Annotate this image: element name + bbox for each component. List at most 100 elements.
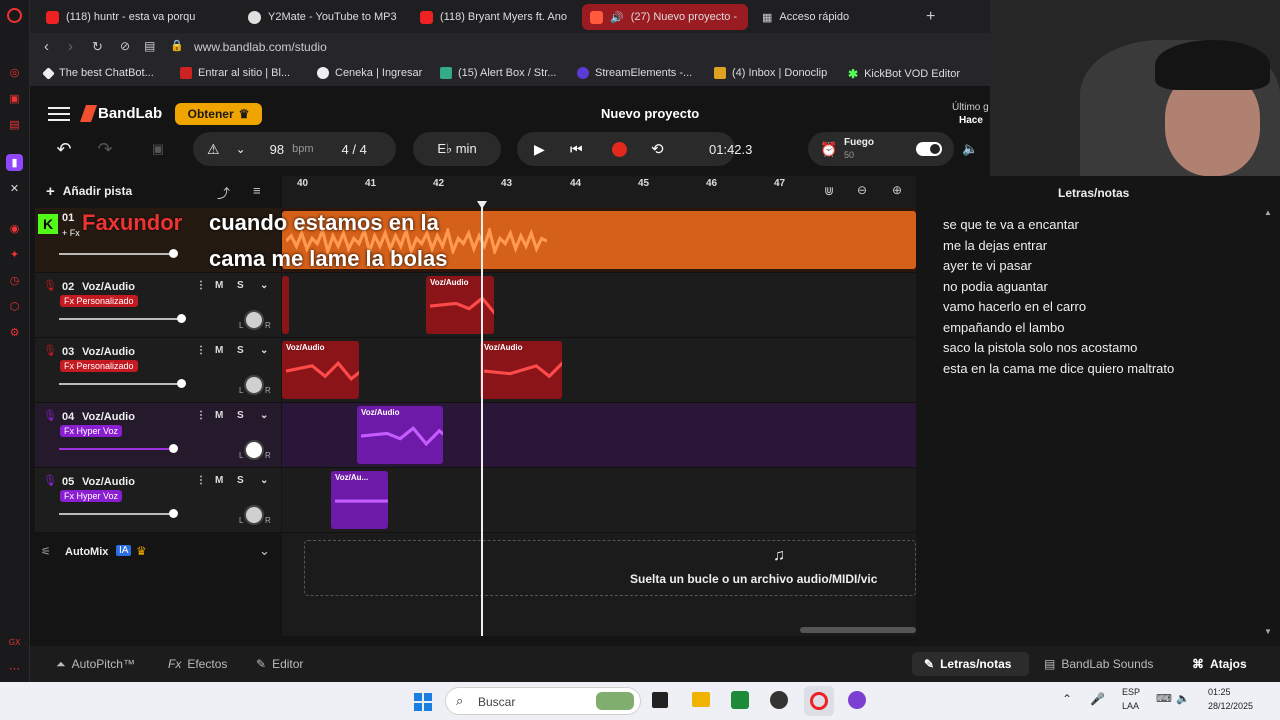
bookmark-streamelements[interactable]: StreamElements -... bbox=[577, 67, 692, 79]
snapshot-icon[interactable]: ⊘ bbox=[120, 39, 130, 53]
time-signature[interactable]: 4 / 4 bbox=[342, 142, 367, 157]
mute-button[interactable]: M bbox=[215, 410, 223, 421]
loop-icon[interactable]: ⟲ bbox=[651, 140, 664, 158]
ruler[interactable]: 40 41 42 43 44 45 46 47 ⋓ ⊖ ⊕ bbox=[282, 176, 916, 208]
workspace-icon[interactable]: ▣ bbox=[6, 90, 23, 107]
more-icon[interactable]: ⋮ bbox=[196, 280, 206, 291]
app-icon[interactable] bbox=[770, 691, 788, 709]
key-selector[interactable]: E♭ min bbox=[413, 132, 501, 166]
fx-badge[interactable]: Fx Hyper Voz bbox=[60, 425, 123, 437]
effects-button[interactable]: Fx Efectos bbox=[168, 652, 227, 676]
mute-button[interactable]: M bbox=[215, 475, 223, 486]
drop-zone[interactable]: ♫ Suelta un bucle o un archivo audio/MID… bbox=[304, 540, 916, 596]
tab-acceso-rapido[interactable]: ▦ Acceso rápido bbox=[754, 4, 914, 30]
bookmark-donoclip[interactable]: (4) Inbox | Donoclip bbox=[714, 67, 827, 79]
chevron-down-icon[interactable]: ⌄ bbox=[260, 410, 268, 421]
add-fx-button[interactable]: + Fx bbox=[62, 228, 80, 238]
redo-button[interactable]: ↷ bbox=[88, 132, 122, 166]
speaker-icon[interactable]: 🔈 bbox=[1176, 692, 1190, 705]
mic-tray-icon[interactable]: 🎤 bbox=[1090, 692, 1105, 706]
track-02[interactable]: 🎙 02 Voz/Audio Fx Personalizado ⋮ M S ⌄ … bbox=[35, 273, 281, 338]
extensions-icon[interactable]: ⬡ bbox=[6, 298, 23, 315]
skip-back-icon[interactable]: ⏮ bbox=[570, 141, 583, 158]
mute-button[interactable]: M bbox=[215, 280, 223, 291]
zoom-out-icon[interactable]: ⊖ bbox=[857, 183, 867, 197]
task-view-icon[interactable] bbox=[652, 692, 668, 708]
lane-02[interactable]: Voz/Audio bbox=[282, 273, 916, 338]
volume-knob[interactable] bbox=[169, 509, 178, 518]
magnet-icon[interactable]: ⋓ bbox=[824, 184, 834, 198]
play-icon[interactable]: ▶ bbox=[534, 141, 545, 158]
scroll-down-icon[interactable]: ▼ bbox=[1264, 627, 1272, 636]
bpm-value[interactable]: 98 bbox=[270, 142, 284, 157]
volume-slider[interactable] bbox=[59, 379, 186, 388]
bookmark-chatbot[interactable]: The best ChatBot... bbox=[42, 66, 154, 80]
lane-03[interactable]: Voz/Audio Voz/Audio bbox=[282, 338, 916, 403]
lyrics-textarea[interactable]: se que te va a encantar me la dejas entr… bbox=[916, 206, 1266, 636]
tab-nuevo-proyecto[interactable]: 🔊 (27) Nuevo proyecto - bbox=[582, 4, 748, 30]
solo-button[interactable]: S bbox=[237, 410, 244, 421]
track-name[interactable]: Voz/Audio bbox=[82, 346, 135, 358]
metronome-icon[interactable]: ⚠ bbox=[207, 141, 220, 158]
clip[interactable]: Voz/Au... bbox=[331, 471, 388, 529]
clock-date[interactable]: 28/12/2025 bbox=[1208, 701, 1253, 711]
autopitch-button[interactable]: ⏶ AutoPitch™ bbox=[56, 652, 135, 676]
chevron-down-icon[interactable]: ⌄ bbox=[260, 345, 268, 356]
project-title[interactable]: Nuevo proyecto bbox=[601, 106, 699, 121]
pan-knob[interactable] bbox=[244, 505, 264, 525]
track-name[interactable]: Voz/Audio bbox=[82, 411, 135, 423]
more-icon[interactable]: ⋮ bbox=[196, 475, 206, 486]
mixer-icon[interactable]: ≡ bbox=[253, 183, 261, 198]
volume-knob[interactable] bbox=[177, 314, 186, 323]
reload-icon[interactable]: ↻ bbox=[92, 39, 103, 55]
clip[interactable]: Voz/Audio bbox=[426, 276, 494, 334]
volume-icon[interactable]: 🔈 bbox=[962, 141, 978, 157]
solo-button[interactable]: S bbox=[237, 280, 244, 291]
playhead[interactable] bbox=[481, 202, 483, 636]
volume-slider[interactable] bbox=[59, 444, 178, 453]
forward-icon[interactable]: › bbox=[68, 38, 73, 55]
url-field[interactable]: www.bandlab.com/studio bbox=[194, 40, 327, 54]
back-icon[interactable]: ‹ bbox=[44, 38, 49, 55]
xbox-icon[interactable] bbox=[731, 691, 749, 709]
editor-button[interactable]: ✎ Editor bbox=[256, 652, 303, 676]
save-icon[interactable]: ▤ bbox=[144, 39, 155, 53]
volume-slider[interactable] bbox=[59, 249, 178, 258]
bookmark-alertbox[interactable]: (15) Alert Box / Str... bbox=[440, 67, 556, 79]
menu-icon[interactable] bbox=[48, 104, 70, 122]
track-05[interactable]: 🎙 05 Voz/Audio Fx Hyper Voz ⋮ M S ⌄ L R bbox=[35, 468, 281, 533]
add-track-button[interactable]: + Añadir pista bbox=[46, 181, 154, 201]
volume-slider[interactable] bbox=[59, 509, 178, 518]
undo-button[interactable]: ↶ bbox=[44, 132, 84, 166]
record-icon[interactable] bbox=[612, 141, 627, 157]
mute-button[interactable]: M bbox=[215, 345, 223, 356]
opera-logo-icon[interactable] bbox=[7, 8, 22, 23]
new-tab-icon[interactable]: + bbox=[926, 8, 935, 26]
more-icon[interactable]: ⋮ bbox=[196, 345, 206, 356]
volume-knob[interactable] bbox=[169, 249, 178, 258]
automix-row[interactable]: ⚟ AutoMix IA ♛ ⌄ bbox=[35, 538, 281, 568]
scroll-up-icon[interactable]: ▲ bbox=[1264, 208, 1272, 217]
opera-taskbar-button[interactable] bbox=[804, 686, 834, 716]
windows-start-icon[interactable] bbox=[414, 693, 432, 711]
clip[interactable]: Voz/Audio bbox=[480, 341, 562, 399]
lane-04[interactable]: Voz/Audio bbox=[282, 403, 916, 468]
bookmark-kickbot[interactable]: ✱ KickBot VOD Editor bbox=[848, 67, 960, 81]
solo-button[interactable]: S bbox=[237, 475, 244, 486]
file-explorer-icon[interactable] bbox=[692, 692, 710, 707]
settings-icon[interactable]: ⚙ bbox=[6, 324, 23, 341]
lane-05[interactable]: Voz/Au... bbox=[282, 468, 916, 533]
fuego-toggle[interactable] bbox=[916, 142, 942, 156]
clip[interactable]: Voz/Audio bbox=[357, 406, 443, 464]
track-04[interactable]: 🎙 04 Voz/Audio Fx Hyper Voz ⋮ M S ⌄ L R bbox=[35, 403, 281, 468]
pan-knob[interactable] bbox=[244, 440, 264, 460]
discord-icon[interactable] bbox=[848, 691, 866, 709]
shortcuts-button[interactable]: ⌘ Atajos bbox=[1192, 652, 1247, 676]
timeline[interactable]: 40 41 42 43 44 45 46 47 ⋓ ⊖ ⊕ Voz/Audio … bbox=[282, 176, 916, 636]
twitch-icon[interactable]: ▮ bbox=[6, 154, 23, 171]
clip[interactable] bbox=[282, 276, 289, 334]
tray-chevron-icon[interactable]: ⌃ bbox=[1062, 692, 1072, 706]
sounds-button[interactable]: ▤ BandLab Sounds bbox=[1044, 652, 1153, 676]
solo-button[interactable]: S bbox=[237, 345, 244, 356]
clip[interactable]: Voz/Audio bbox=[282, 341, 359, 399]
